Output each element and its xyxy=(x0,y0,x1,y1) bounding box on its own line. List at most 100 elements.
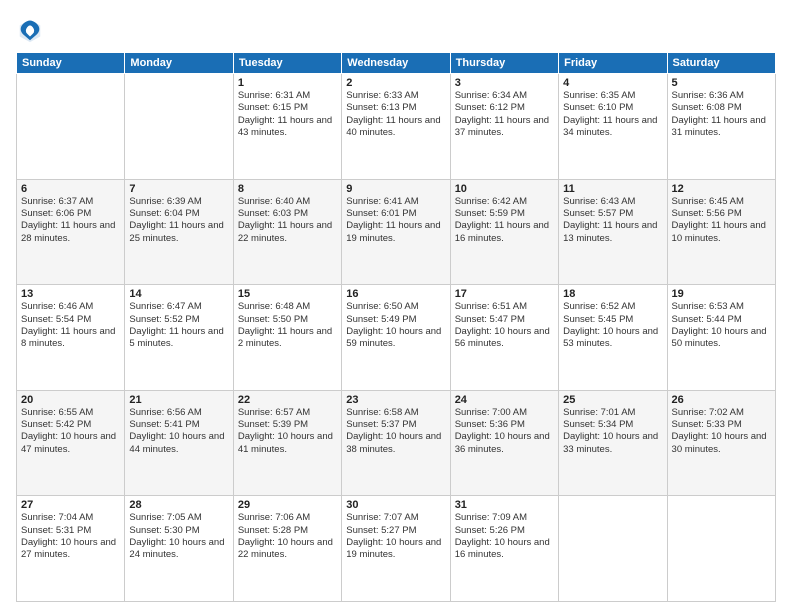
day-number: 8 xyxy=(238,183,337,195)
weekday-header: Tuesday xyxy=(233,53,341,74)
day-info: Sunrise: 7:01 AM Sunset: 5:34 PM Dayligh… xyxy=(563,407,662,456)
calendar-cell: 21 Sunrise: 6:56 AM Sunset: 5:41 PM Dayl… xyxy=(125,390,233,496)
page: SundayMondayTuesdayWednesdayThursdayFrid… xyxy=(0,0,792,612)
calendar-cell: 11 Sunrise: 6:43 AM Sunset: 5:57 PM Dayl… xyxy=(559,179,667,285)
day-info: Sunrise: 6:42 AM Sunset: 5:59 PM Dayligh… xyxy=(455,196,554,245)
calendar-cell: 17 Sunrise: 6:51 AM Sunset: 5:47 PM Dayl… xyxy=(450,285,558,391)
day-number: 15 xyxy=(238,288,337,300)
day-info: Sunrise: 6:34 AM Sunset: 6:12 PM Dayligh… xyxy=(455,90,554,139)
calendar-cell: 16 Sunrise: 6:50 AM Sunset: 5:49 PM Dayl… xyxy=(342,285,450,391)
day-number: 6 xyxy=(21,183,120,195)
day-number: 23 xyxy=(346,394,445,406)
calendar-cell: 7 Sunrise: 6:39 AM Sunset: 6:04 PM Dayli… xyxy=(125,179,233,285)
calendar-cell: 4 Sunrise: 6:35 AM Sunset: 6:10 PM Dayli… xyxy=(559,74,667,180)
weekday-header: Saturday xyxy=(667,53,775,74)
day-info: Sunrise: 6:36 AM Sunset: 6:08 PM Dayligh… xyxy=(672,90,771,139)
day-number: 26 xyxy=(672,394,771,406)
calendar-cell: 15 Sunrise: 6:48 AM Sunset: 5:50 PM Dayl… xyxy=(233,285,341,391)
logo xyxy=(16,16,48,44)
day-info: Sunrise: 6:58 AM Sunset: 5:37 PM Dayligh… xyxy=(346,407,445,456)
day-info: Sunrise: 7:04 AM Sunset: 5:31 PM Dayligh… xyxy=(21,512,120,561)
day-info: Sunrise: 6:56 AM Sunset: 5:41 PM Dayligh… xyxy=(129,407,228,456)
day-number: 11 xyxy=(563,183,662,195)
calendar-cell: 9 Sunrise: 6:41 AM Sunset: 6:01 PM Dayli… xyxy=(342,179,450,285)
day-info: Sunrise: 6:47 AM Sunset: 5:52 PM Dayligh… xyxy=(129,301,228,350)
calendar-cell: 31 Sunrise: 7:09 AM Sunset: 5:26 PM Dayl… xyxy=(450,496,558,602)
day-number: 1 xyxy=(238,77,337,89)
day-number: 12 xyxy=(672,183,771,195)
day-number: 19 xyxy=(672,288,771,300)
day-number: 14 xyxy=(129,288,228,300)
calendar-cell: 22 Sunrise: 6:57 AM Sunset: 5:39 PM Dayl… xyxy=(233,390,341,496)
day-info: Sunrise: 6:33 AM Sunset: 6:13 PM Dayligh… xyxy=(346,90,445,139)
calendar-cell: 30 Sunrise: 7:07 AM Sunset: 5:27 PM Dayl… xyxy=(342,496,450,602)
logo-icon xyxy=(16,16,44,44)
day-number: 3 xyxy=(455,77,554,89)
calendar-cell: 26 Sunrise: 7:02 AM Sunset: 5:33 PM Dayl… xyxy=(667,390,775,496)
calendar-cell xyxy=(17,74,125,180)
day-info: Sunrise: 7:02 AM Sunset: 5:33 PM Dayligh… xyxy=(672,407,771,456)
day-number: 28 xyxy=(129,499,228,511)
day-info: Sunrise: 7:00 AM Sunset: 5:36 PM Dayligh… xyxy=(455,407,554,456)
calendar-cell xyxy=(559,496,667,602)
day-info: Sunrise: 6:50 AM Sunset: 5:49 PM Dayligh… xyxy=(346,301,445,350)
day-info: Sunrise: 6:45 AM Sunset: 5:56 PM Dayligh… xyxy=(672,196,771,245)
calendar-table: SundayMondayTuesdayWednesdayThursdayFrid… xyxy=(16,52,776,602)
calendar-cell xyxy=(125,74,233,180)
calendar-cell: 5 Sunrise: 6:36 AM Sunset: 6:08 PM Dayli… xyxy=(667,74,775,180)
day-info: Sunrise: 6:57 AM Sunset: 5:39 PM Dayligh… xyxy=(238,407,337,456)
day-number: 4 xyxy=(563,77,662,89)
calendar-cell: 2 Sunrise: 6:33 AM Sunset: 6:13 PM Dayli… xyxy=(342,74,450,180)
calendar-cell: 20 Sunrise: 6:55 AM Sunset: 5:42 PM Dayl… xyxy=(17,390,125,496)
day-number: 29 xyxy=(238,499,337,511)
weekday-header: Monday xyxy=(125,53,233,74)
day-number: 9 xyxy=(346,183,445,195)
calendar-cell: 27 Sunrise: 7:04 AM Sunset: 5:31 PM Dayl… xyxy=(17,496,125,602)
calendar-cell: 29 Sunrise: 7:06 AM Sunset: 5:28 PM Dayl… xyxy=(233,496,341,602)
day-number: 10 xyxy=(455,183,554,195)
day-info: Sunrise: 7:06 AM Sunset: 5:28 PM Dayligh… xyxy=(238,512,337,561)
day-info: Sunrise: 6:39 AM Sunset: 6:04 PM Dayligh… xyxy=(129,196,228,245)
weekday-header: Sunday xyxy=(17,53,125,74)
day-info: Sunrise: 6:55 AM Sunset: 5:42 PM Dayligh… xyxy=(21,407,120,456)
day-number: 2 xyxy=(346,77,445,89)
day-info: Sunrise: 6:35 AM Sunset: 6:10 PM Dayligh… xyxy=(563,90,662,139)
day-number: 30 xyxy=(346,499,445,511)
calendar-cell: 6 Sunrise: 6:37 AM Sunset: 6:06 PM Dayli… xyxy=(17,179,125,285)
day-number: 17 xyxy=(455,288,554,300)
weekday-header: Wednesday xyxy=(342,53,450,74)
header xyxy=(16,16,776,44)
day-number: 18 xyxy=(563,288,662,300)
calendar-week-row: 13 Sunrise: 6:46 AM Sunset: 5:54 PM Dayl… xyxy=(17,285,776,391)
day-info: Sunrise: 6:48 AM Sunset: 5:50 PM Dayligh… xyxy=(238,301,337,350)
calendar-cell: 18 Sunrise: 6:52 AM Sunset: 5:45 PM Dayl… xyxy=(559,285,667,391)
calendar-cell: 13 Sunrise: 6:46 AM Sunset: 5:54 PM Dayl… xyxy=(17,285,125,391)
day-info: Sunrise: 6:53 AM Sunset: 5:44 PM Dayligh… xyxy=(672,301,771,350)
weekday-header: Thursday xyxy=(450,53,558,74)
calendar-week-row: 1 Sunrise: 6:31 AM Sunset: 6:15 PM Dayli… xyxy=(17,74,776,180)
day-info: Sunrise: 7:07 AM Sunset: 5:27 PM Dayligh… xyxy=(346,512,445,561)
calendar-cell: 12 Sunrise: 6:45 AM Sunset: 5:56 PM Dayl… xyxy=(667,179,775,285)
calendar-cell: 19 Sunrise: 6:53 AM Sunset: 5:44 PM Dayl… xyxy=(667,285,775,391)
day-number: 21 xyxy=(129,394,228,406)
day-info: Sunrise: 7:05 AM Sunset: 5:30 PM Dayligh… xyxy=(129,512,228,561)
day-info: Sunrise: 6:51 AM Sunset: 5:47 PM Dayligh… xyxy=(455,301,554,350)
day-info: Sunrise: 6:46 AM Sunset: 5:54 PM Dayligh… xyxy=(21,301,120,350)
day-info: Sunrise: 6:41 AM Sunset: 6:01 PM Dayligh… xyxy=(346,196,445,245)
day-number: 5 xyxy=(672,77,771,89)
day-number: 13 xyxy=(21,288,120,300)
calendar-cell: 25 Sunrise: 7:01 AM Sunset: 5:34 PM Dayl… xyxy=(559,390,667,496)
calendar-cell: 10 Sunrise: 6:42 AM Sunset: 5:59 PM Dayl… xyxy=(450,179,558,285)
day-info: Sunrise: 6:40 AM Sunset: 6:03 PM Dayligh… xyxy=(238,196,337,245)
calendar-cell: 14 Sunrise: 6:47 AM Sunset: 5:52 PM Dayl… xyxy=(125,285,233,391)
day-number: 24 xyxy=(455,394,554,406)
calendar-cell: 1 Sunrise: 6:31 AM Sunset: 6:15 PM Dayli… xyxy=(233,74,341,180)
calendar-cell: 8 Sunrise: 6:40 AM Sunset: 6:03 PM Dayli… xyxy=(233,179,341,285)
day-info: Sunrise: 6:43 AM Sunset: 5:57 PM Dayligh… xyxy=(563,196,662,245)
day-number: 20 xyxy=(21,394,120,406)
weekday-header-row: SundayMondayTuesdayWednesdayThursdayFrid… xyxy=(17,53,776,74)
weekday-header: Friday xyxy=(559,53,667,74)
calendar-cell: 24 Sunrise: 7:00 AM Sunset: 5:36 PM Dayl… xyxy=(450,390,558,496)
day-number: 16 xyxy=(346,288,445,300)
day-number: 25 xyxy=(563,394,662,406)
